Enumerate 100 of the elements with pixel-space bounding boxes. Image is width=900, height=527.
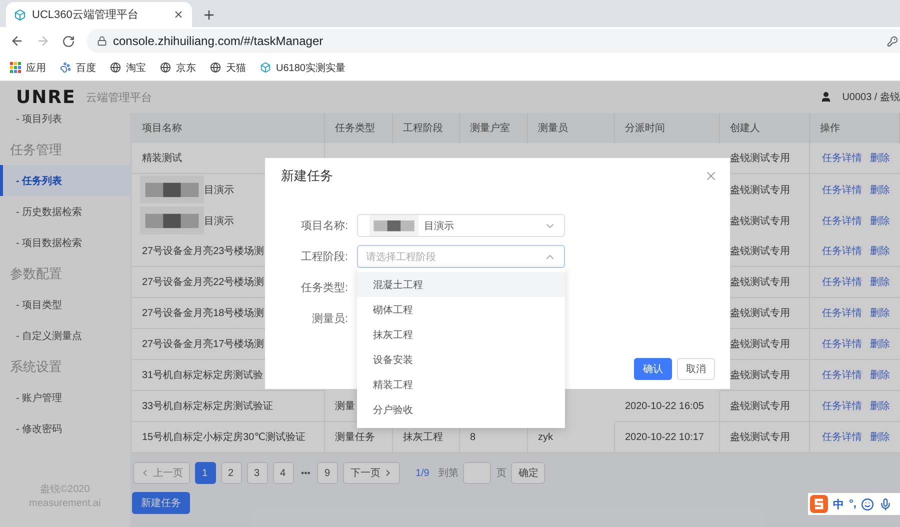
page-button[interactable]: 4	[273, 462, 294, 484]
field-label: 测量员:	[310, 312, 348, 326]
bookmark-link[interactable]: 天猫	[210, 60, 246, 74]
action-link[interactable]: 删除	[870, 337, 890, 351]
goto-button[interactable]: 确定	[511, 462, 546, 484]
dropdown-option[interactable]: 抹灰工程	[357, 322, 565, 347]
new-tab-icon[interactable]	[202, 8, 216, 22]
table-cell-text: 盎锐测试专用	[730, 276, 790, 289]
table-cell-text: 抹灰工程	[403, 431, 443, 444]
table-cell-text: 27号设备金月亮23号楼场测	[142, 244, 264, 258]
action-link[interactable]: 删除	[870, 214, 890, 228]
table-cell-text: 27号设备金月亮22号楼场测	[142, 276, 264, 289]
browser-tab[interactable]: UCL360云端管理平台	[6, 2, 192, 27]
bookmark-link[interactable]: 应用	[10, 60, 46, 74]
sidebar-heading: 任务管理	[9, 140, 63, 158]
action-link[interactable]: 任务详情	[822, 368, 862, 382]
table-cell: zyk	[538, 432, 553, 442]
ime-mode[interactable]: 中	[833, 496, 844, 512]
bookmark-link[interactable]: 百度	[60, 60, 96, 74]
table-cell-text: 盎锐测试专用	[730, 368, 790, 382]
table-cell-text: 测量	[335, 400, 355, 413]
bookmark-link[interactable]: 淘宝	[110, 60, 146, 74]
action-link[interactable]: 任务详情	[822, 151, 862, 165]
select-field[interactable]: 目演示	[357, 214, 565, 237]
new-task-button[interactable]: 新建任务	[132, 492, 190, 514]
action-link[interactable]: 任务详情	[822, 182, 862, 196]
action-link[interactable]: 任务详情	[822, 275, 862, 289]
address-field[interactable]: console.zhihuiliang.com/#/taskManager	[87, 29, 900, 53]
dialog-title: 新建任务	[281, 167, 333, 185]
action-link[interactable]: 任务详情	[822, 430, 862, 444]
table-cell-text: 目演示	[204, 214, 234, 228]
action-link[interactable]: 任务详情	[822, 337, 862, 351]
action-link[interactable]: 任务详情	[822, 244, 862, 258]
sidebar-item[interactable]: - 账户管理	[0, 382, 130, 413]
page-button[interactable]: 9	[317, 462, 338, 484]
action-link[interactable]: 任务详情	[822, 399, 862, 413]
back-icon[interactable]	[10, 34, 24, 48]
reload-icon[interactable]	[62, 34, 75, 48]
paw-icon	[60, 62, 71, 73]
table-cell-text: 测量任务	[335, 430, 375, 444]
action-link[interactable]: 删除	[870, 151, 890, 165]
action-link[interactable]: 删除	[870, 182, 890, 196]
user-icon	[820, 91, 832, 103]
field-label: 项目名称:	[300, 219, 348, 233]
table-cell-text: 27号设备金月亮17号楼场测	[142, 338, 264, 351]
page-input[interactable]	[463, 462, 492, 484]
table-cell-text: 15号机自标定小标定房30℃测试验证	[142, 430, 306, 444]
action-link[interactable]: 删除	[870, 399, 890, 413]
page-button[interactable]: 3	[247, 462, 268, 484]
table-cell-text: 盎锐测试专用	[730, 400, 790, 413]
table-cell-text: 31号机自标定标定房测试验	[142, 368, 264, 382]
apps-grid-icon	[10, 62, 21, 73]
sidebar-item[interactable]: - 任务列表	[0, 165, 130, 196]
table-cell-text: 目演示	[204, 184, 234, 196]
bookmark-link[interactable]: 京东	[160, 60, 196, 74]
dropdown-option[interactable]: 分户验收	[357, 397, 565, 422]
close-icon[interactable]	[173, 9, 184, 20]
action-link[interactable]: 任务详情	[822, 214, 862, 228]
table-cell-text: 33号机自标定标定房测试验证	[142, 400, 274, 413]
logo: UNRE	[16, 86, 76, 108]
field-label: 任务类型:	[300, 281, 348, 295]
sidebar-item[interactable]: - 历史数据检索	[0, 196, 130, 227]
action-link[interactable]: 删除	[870, 306, 890, 320]
dropdown-option[interactable]: 设备安装	[357, 347, 565, 372]
sidebar-item[interactable]: - 项目类型	[0, 289, 130, 320]
next-page-button[interactable]: 下一页	[343, 462, 400, 484]
dropdown-option[interactable]: 砌体工程	[357, 297, 565, 322]
action-link[interactable]: 删除	[870, 368, 890, 382]
globe-icon	[110, 62, 121, 73]
table-cell-text: 盎锐测试专用	[730, 214, 790, 228]
table-cell-text: 盎锐测试专用	[730, 152, 790, 165]
bookmark-link[interactable]: U6180实测实量	[260, 60, 346, 74]
sidebar-item[interactable]: - 项目列表	[0, 113, 130, 134]
microphone-icon[interactable]	[879, 498, 892, 510]
cube-icon	[14, 8, 26, 20]
user-name[interactable]: U0003 / 盎锐	[842, 90, 900, 104]
sidebar-item[interactable]: - 修改密码	[0, 413, 130, 444]
page-button[interactable]: 1	[195, 462, 216, 484]
confirm-button[interactable]: 确认	[634, 358, 672, 380]
ime-punctuation[interactable]: °,	[849, 498, 856, 510]
dropdown-option[interactable]: 混凝土工程	[357, 272, 565, 297]
smiley-icon[interactable]	[861, 498, 874, 510]
page-summary: 1/9	[415, 468, 430, 478]
action-link[interactable]: 删除	[870, 244, 890, 258]
page-button[interactable]: 2	[221, 462, 242, 484]
cancel-button[interactable]: 取消	[677, 358, 715, 380]
table-cell-text: 精装测试	[142, 152, 182, 165]
table-cell-text: 盎锐测试专用	[730, 306, 790, 320]
action-link[interactable]: 删除	[870, 275, 890, 289]
key-icon[interactable]	[887, 36, 898, 46]
table-cell: 8	[470, 432, 476, 442]
close-icon[interactable]	[704, 169, 718, 183]
sidebar-item[interactable]: - 项目数据检索	[0, 227, 130, 258]
goto-suffix: 页	[496, 467, 506, 480]
dropdown-option[interactable]: 精装工程	[357, 372, 565, 397]
action-link[interactable]: 删除	[870, 430, 890, 444]
sidebar-item[interactable]: - 自定义测量点	[0, 320, 130, 351]
action-link[interactable]: 任务详情	[822, 306, 862, 320]
table-cell-text: 盎锐测试专用	[730, 244, 790, 258]
sidebar-heading: 系统设置	[9, 358, 63, 376]
